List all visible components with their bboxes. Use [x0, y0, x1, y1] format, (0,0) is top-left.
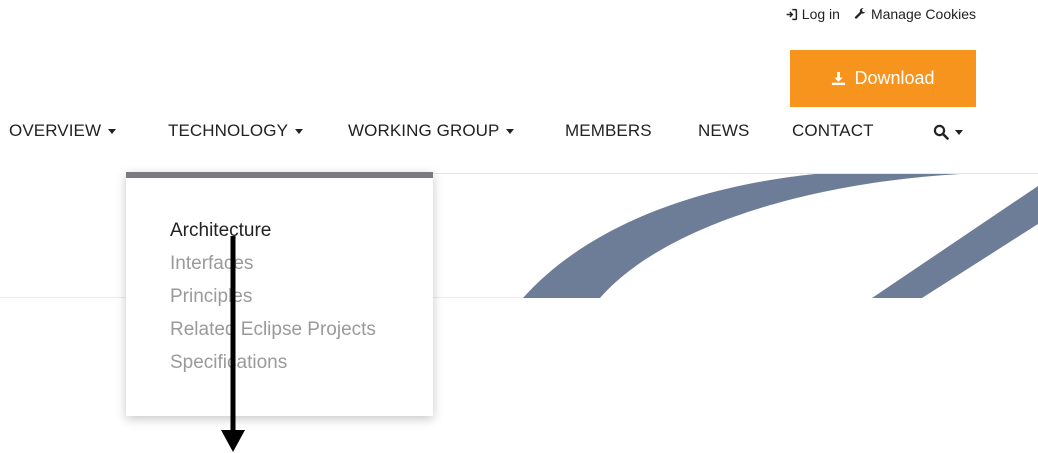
download-icon	[832, 71, 846, 86]
dropdown-item-specifications[interactable]: Specifications	[170, 346, 433, 379]
nav-contact[interactable]: CONTACT	[792, 121, 874, 141]
technology-dropdown-list: Architecture Interfaces Principles Relat…	[126, 178, 433, 379]
dropdown-item-architecture[interactable]: Architecture	[170, 214, 433, 247]
sign-in-icon	[786, 8, 797, 20]
login-label: Log in	[801, 6, 840, 22]
nav-contact-label: CONTACT	[792, 121, 874, 140]
caret-down-icon	[108, 128, 117, 134]
nav-news-label: NEWS	[698, 121, 750, 140]
nav-technology-label: TECHNOLOGY	[168, 121, 289, 140]
nav-search-toggle[interactable]	[933, 124, 963, 140]
nav-working-group-label: WORKING GROUP	[348, 121, 500, 140]
dropdown-item-principles[interactable]: Principles	[170, 280, 433, 313]
dropdown-item-related-eclipse-projects[interactable]: Related Eclipse Projects	[170, 313, 433, 346]
nav-members-label: MEMBERS	[565, 121, 652, 140]
hero-banner-graphic	[440, 174, 1038, 298]
utility-links: Log in Manage Cookies	[785, 6, 976, 22]
search-icon	[933, 124, 949, 140]
login-link[interactable]: Log in	[785, 6, 840, 22]
technology-dropdown-menu: Architecture Interfaces Principles Relat…	[126, 172, 433, 416]
download-button[interactable]: Download	[790, 50, 976, 107]
nav-overview[interactable]: OVERVIEW	[9, 121, 117, 141]
nav-members[interactable]: MEMBERS	[565, 121, 652, 141]
caret-down-icon	[295, 128, 304, 134]
caret-down-icon	[955, 129, 963, 135]
nav-working-group[interactable]: WORKING GROUP	[348, 121, 515, 141]
manage-cookies-link[interactable]: Manage Cookies	[854, 6, 976, 22]
dropdown-item-interfaces[interactable]: Interfaces	[170, 247, 433, 280]
annotation-arrow-icon	[221, 236, 245, 452]
download-label: Download	[854, 68, 935, 88]
wrench-icon	[854, 7, 866, 19]
nav-overview-label: OVERVIEW	[9, 121, 102, 140]
nav-technology[interactable]: TECHNOLOGY	[168, 121, 304, 141]
manage-cookies-label: Manage Cookies	[870, 6, 976, 22]
caret-down-icon	[506, 128, 515, 134]
nav-news[interactable]: NEWS	[698, 121, 749, 141]
